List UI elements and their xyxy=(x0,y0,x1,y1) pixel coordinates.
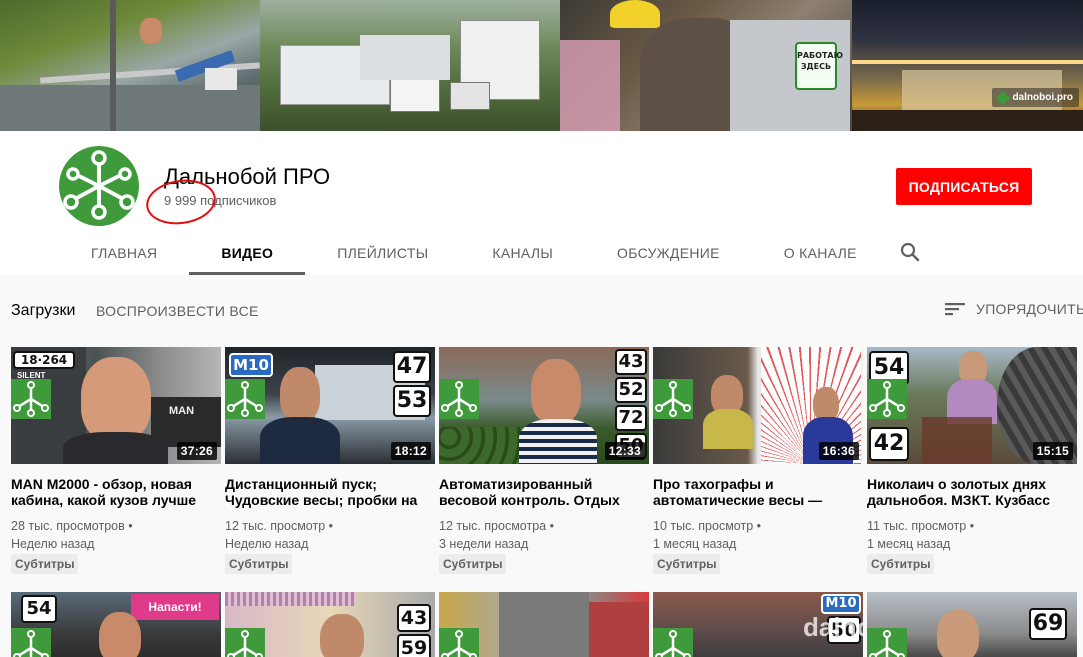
video-title[interactable]: MAN M2000 - обзор, новая кабина, какой к… xyxy=(11,476,221,508)
section-title: Загрузки xyxy=(11,302,76,319)
sort-label: УПОРЯДОЧИТЬ xyxy=(976,301,1083,317)
banner-photo-workshop: РАБОТАЮ ЗДЕСЬ xyxy=(560,0,852,131)
channel-logo-icon xyxy=(653,379,693,419)
video-thumbnail[interactable]: M10 47 53 18:12 xyxy=(225,347,435,464)
channel-logo-icon xyxy=(225,628,265,657)
video-views: 28 тыс. просмотров xyxy=(11,519,125,533)
channel-tabs: ГЛАВНАЯ ВИДЕО ПЛЕЙЛИСТЫ КАНАЛЫ ОБСУЖДЕНИ… xyxy=(59,230,889,275)
tab-channels[interactable]: КАНАЛЫ xyxy=(460,230,585,275)
video-title[interactable]: Автоматизированный весовой контроль. Отд… xyxy=(439,476,649,508)
channel-banner: РАБОТАЮ ЗДЕСЬ dalnoboi.pro xyxy=(0,0,1083,131)
video-age: Неделю назад xyxy=(225,537,309,551)
tab-about[interactable]: О КАНАЛЕ xyxy=(752,230,889,275)
subtitles-badge: Субтитры xyxy=(225,554,293,574)
channel-logo-icon xyxy=(867,379,907,419)
video-duration: 16:36 xyxy=(818,442,859,460)
channel-logo-icon xyxy=(63,150,135,220)
video-card[interactable]: 43 52 72 50 12:33 Автоматизированный вес… xyxy=(439,347,649,574)
channel-header: Дальнобой ПРО 9 999 подписчиков ПОДПИСАТ… xyxy=(0,131,1083,275)
video-thumbnail[interactable]: 43 59 xyxy=(225,592,435,657)
subtitles-badge: Субтитры xyxy=(867,554,935,574)
channel-logo-icon xyxy=(439,628,479,657)
banner-watermark: dalnoboi.pro xyxy=(992,88,1079,107)
video-card[interactable]: 16:36 Про тахографы и автоматические вес… xyxy=(653,347,863,574)
channel-search-icon[interactable] xyxy=(898,240,922,264)
video-thumbnail[interactable]: 18·264 SILENT MAN 37:26 xyxy=(11,347,221,464)
video-card[interactable]: 54 42 15:15 Николаич о золотых днях даль… xyxy=(867,347,1077,574)
video-title[interactable]: Про тахографы и автоматические весы — xyxy=(653,476,863,508)
video-age: 3 недели назад xyxy=(439,537,529,551)
video-duration: 18:12 xyxy=(390,442,431,460)
video-views: 10 тыс. просмотр xyxy=(653,519,754,533)
video-duration: 15:15 xyxy=(1032,442,1073,460)
video-thumbnail[interactable]: 16:36 xyxy=(653,347,863,464)
subtitles-badge: Субтитры xyxy=(439,554,507,574)
video-thumbnail[interactable]: 54 42 15:15 xyxy=(867,347,1077,464)
video-age: 1 месяц назад xyxy=(653,537,737,551)
video-thumbnail[interactable] xyxy=(439,592,649,657)
video-thumbnail[interactable]: M10 50 dalnoboi. xyxy=(653,592,863,657)
channel-logo-icon xyxy=(225,379,265,419)
video-title[interactable]: Дистанционный пуск; Чудовские весы; проб… xyxy=(225,476,435,508)
channel-logo-icon xyxy=(11,628,51,657)
video-card[interactable]: 43 59 xyxy=(225,592,435,657)
tab-playlists[interactable]: ПЛЕЙЛИСТЫ xyxy=(305,230,460,275)
video-views: 11 тыс. просмотр xyxy=(867,519,967,533)
video-duration: 37:26 xyxy=(176,442,217,460)
channel-logo-icon xyxy=(439,379,479,419)
channel-logo-icon xyxy=(653,628,693,657)
tab-videos[interactable]: ВИДЕО xyxy=(189,230,306,275)
tab-discussion[interactable]: ОБСУЖДЕНИЕ xyxy=(585,230,752,275)
sort-button[interactable]: УПОРЯДОЧИТЬ xyxy=(944,300,1083,318)
video-card[interactable]: 18·264 SILENT MAN 37:26 MAN M2000 - обзо… xyxy=(11,347,221,574)
sort-icon xyxy=(945,303,965,316)
video-age: Неделю назад xyxy=(11,537,95,551)
video-duration: 12:33 xyxy=(604,442,645,460)
banner-work-sign: РАБОТАЮ ЗДЕСЬ xyxy=(795,42,843,90)
video-card[interactable] xyxy=(439,592,649,657)
video-card[interactable]: M10 50 dalnoboi. xyxy=(653,592,863,657)
video-card[interactable]: 69 xyxy=(867,592,1077,657)
video-thumbnail[interactable]: 69 xyxy=(867,592,1077,657)
video-thumbnail[interactable]: 43 52 72 50 12:33 xyxy=(439,347,649,464)
subscribe-button[interactable]: ПОДПИСАТЬСЯ xyxy=(896,168,1032,205)
channel-avatar[interactable] xyxy=(59,146,139,226)
tab-home[interactable]: ГЛАВНАЯ xyxy=(59,230,189,275)
subtitles-badge: Субтитры xyxy=(11,554,79,574)
channel-logo-icon xyxy=(867,628,907,657)
video-card[interactable]: M10 47 53 18:12 Дистанционный пуск; Чудо… xyxy=(225,347,435,574)
subtitles-badge: Субтитры xyxy=(653,554,721,574)
banner-photo-trucks xyxy=(260,0,560,131)
video-thumbnail[interactable]: 54 Напасти! xyxy=(11,592,221,657)
video-views: 12 тыс. просмотра xyxy=(439,519,547,533)
banner-photo-mountain xyxy=(0,0,260,131)
channel-logo-icon xyxy=(11,379,51,419)
video-title[interactable]: Николаич о золотых днях дальнобоя. МЗКТ.… xyxy=(867,476,1077,508)
banner-photo-port: dalnoboi.pro xyxy=(852,0,1083,131)
video-card[interactable]: 54 Напасти! xyxy=(11,592,221,657)
video-views: 12 тыс. просмотр xyxy=(225,519,326,533)
video-age: 1 месяц назад xyxy=(867,537,951,551)
play-all-button[interactable]: ВОСПРОИЗВЕСТИ ВСЕ xyxy=(96,303,259,319)
